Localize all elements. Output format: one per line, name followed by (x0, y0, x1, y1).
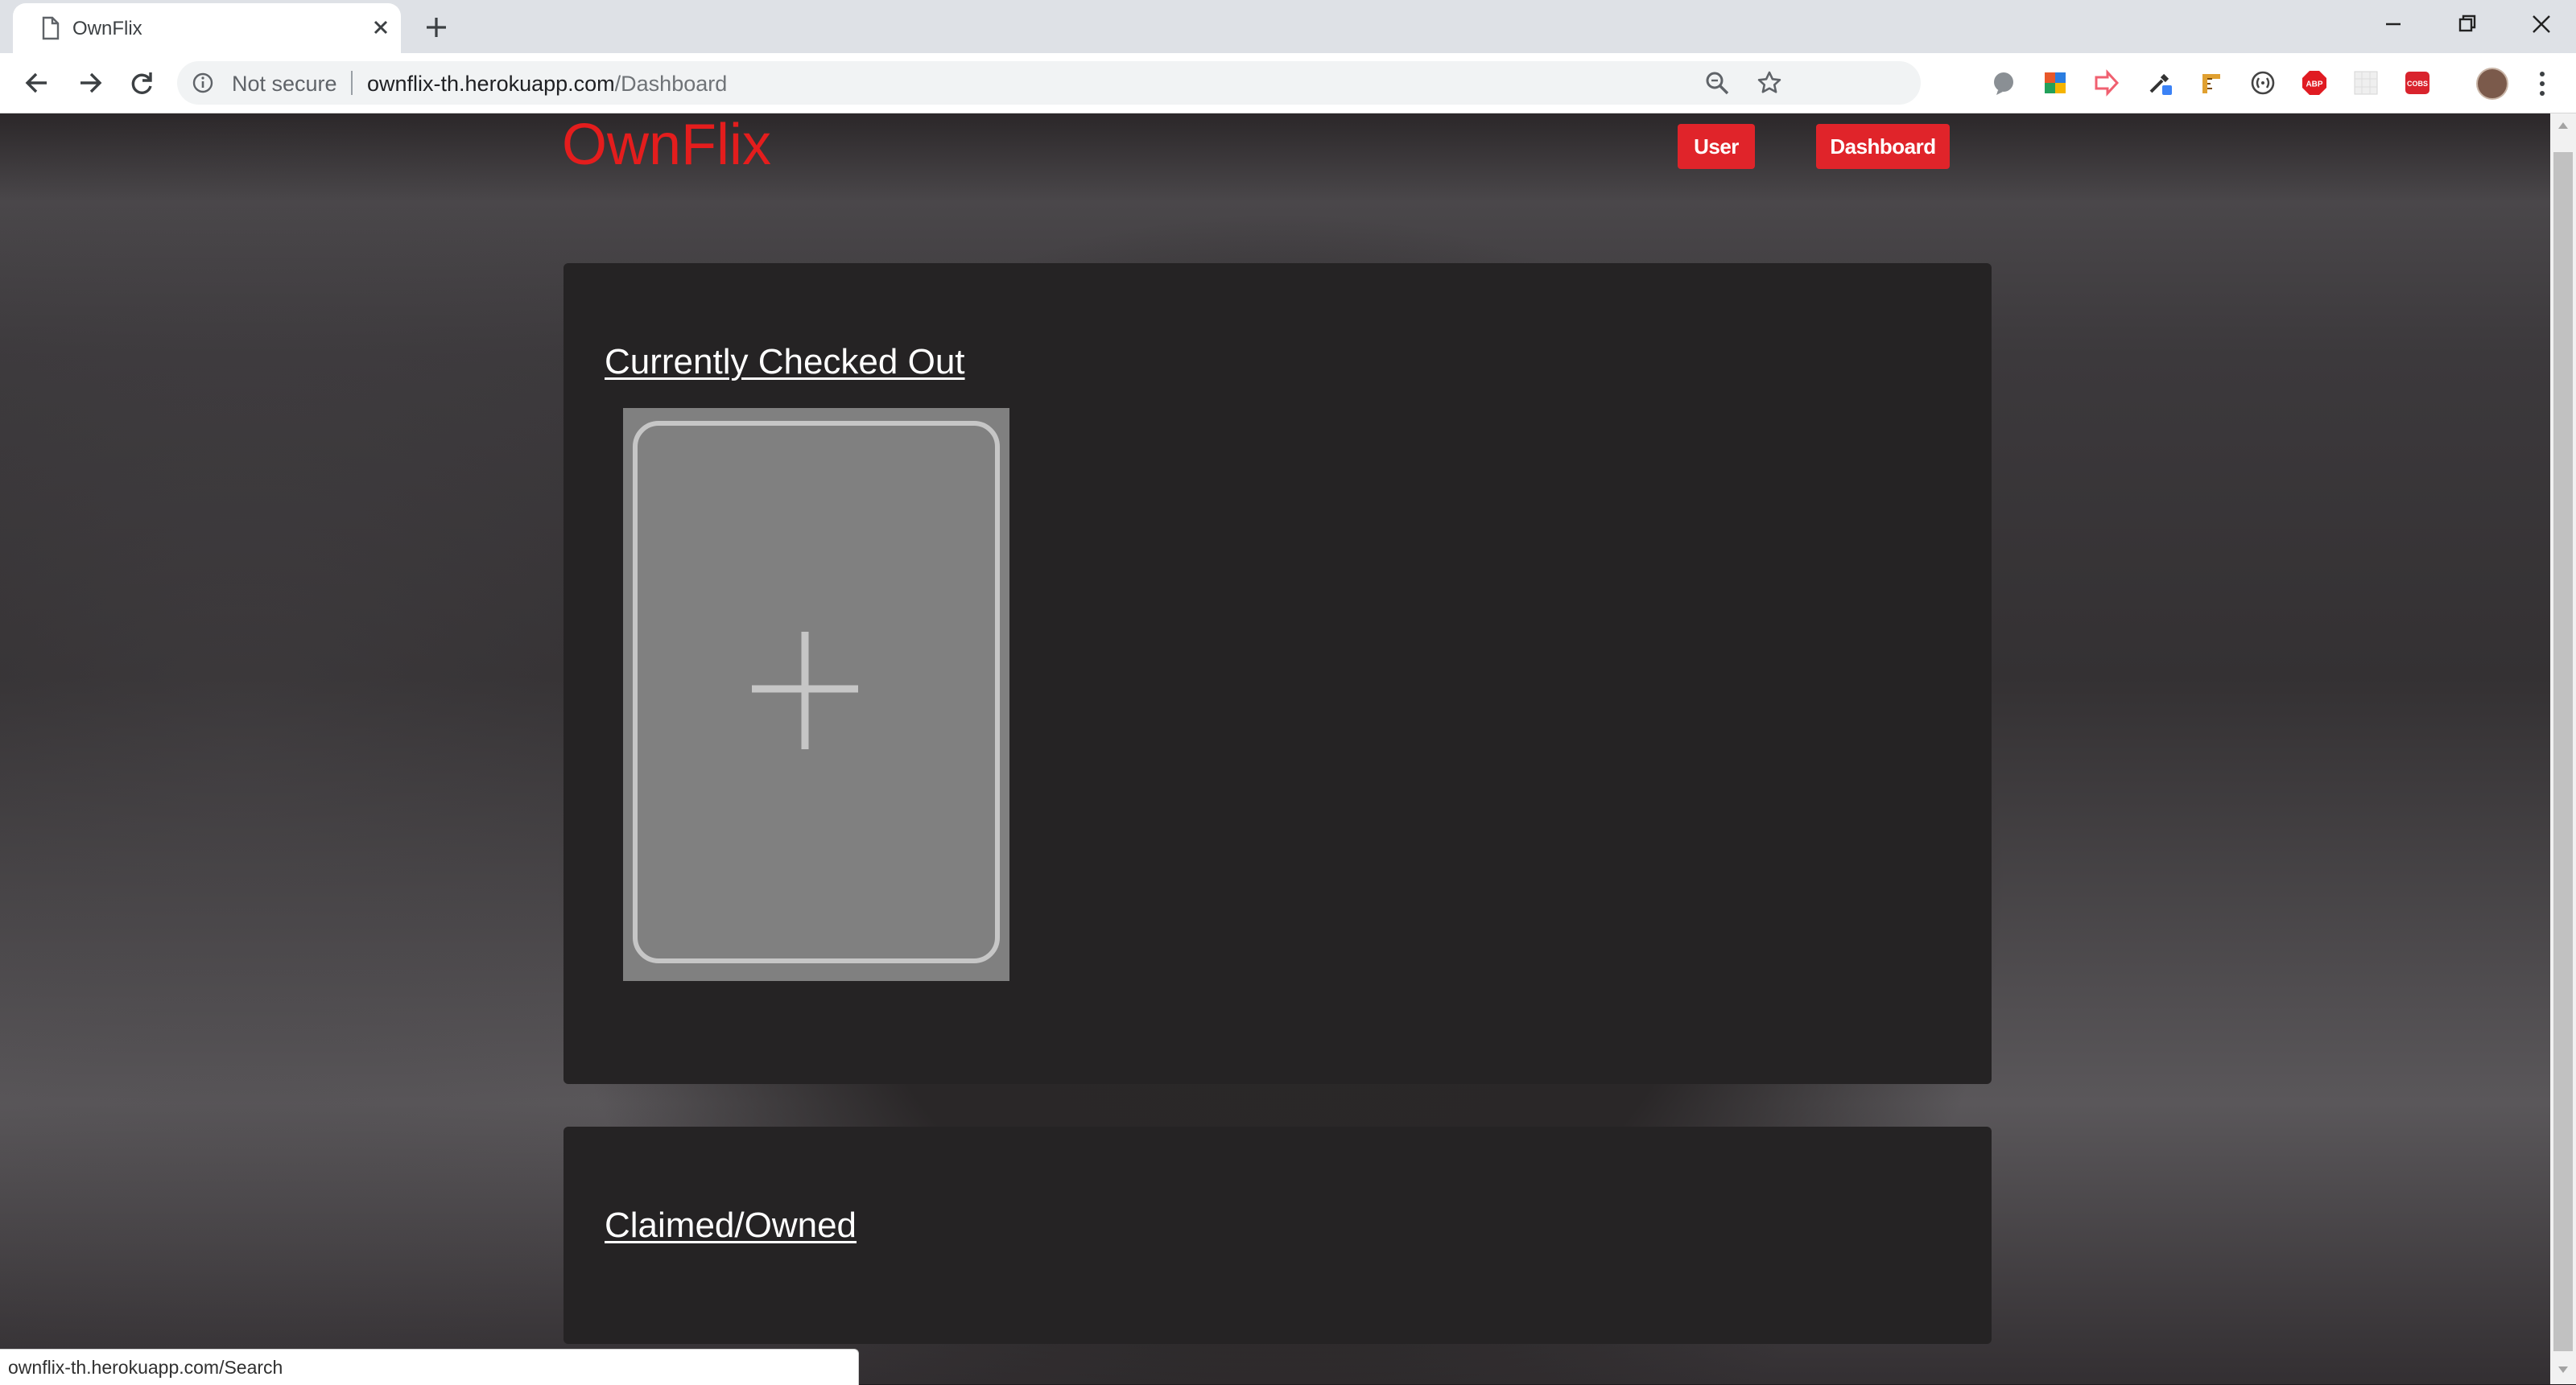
ruler-ext-icon[interactable] (2198, 69, 2225, 97)
scroll-down-icon[interactable] (2557, 1364, 2570, 1375)
svg-text:ABP: ABP (2306, 80, 2322, 89)
url-host: ownflix-th.herokuapp.com (367, 72, 615, 96)
bookmark-star-icon[interactable] (1757, 70, 1782, 96)
dashboard-nav-button[interactable]: Dashboard (1816, 124, 1950, 169)
scroll-up-icon[interactable] (2557, 120, 2570, 131)
code-ext-icon[interactable] (2249, 69, 2277, 97)
omnibox-divider (351, 71, 353, 95)
cobs-ext-icon[interactable]: COBS (2404, 69, 2431, 97)
url-text[interactable]: ownflix-th.herokuapp.com/Dashboard (367, 72, 727, 97)
minimize-icon[interactable] (2373, 8, 2413, 40)
grid-ext-icon[interactable] (2352, 69, 2380, 97)
page-scrollbar[interactable] (2550, 113, 2576, 1384)
checked-out-heading: Currently Checked Out (605, 342, 965, 381)
profile-avatar[interactable] (2476, 68, 2508, 100)
tab-strip: OwnFlix (0, 0, 2576, 53)
eyedropper-ext-icon[interactable] (2146, 69, 2174, 97)
info-icon[interactable] (192, 72, 214, 94)
claimed-owned-heading: Claimed/Owned (605, 1206, 857, 1245)
address-bar[interactable]: Not secure ownflix-th.herokuapp.com/Dash… (177, 61, 1921, 105)
svg-text:COBS: COBS (2407, 80, 2428, 88)
circle-ext-icon[interactable] (1990, 69, 2017, 97)
arrow-ext-icon[interactable] (2093, 69, 2120, 97)
kebab-menu-icon[interactable] (2534, 69, 2550, 98)
page-icon (42, 16, 60, 40)
close-window-icon[interactable] (2521, 8, 2562, 40)
checked-out-panel: Currently Checked Out (564, 263, 1992, 1084)
scrollbar-thumb[interactable] (2553, 152, 2573, 1351)
forward-icon[interactable] (74, 67, 106, 99)
new-tab-icon[interactable] (420, 11, 452, 43)
tab-title: OwnFlix (72, 18, 142, 39)
zoom-icon[interactable] (1704, 70, 1730, 96)
url-path: /Dashboard (614, 72, 728, 96)
add-item-card[interactable] (623, 408, 1009, 981)
back-icon[interactable] (21, 67, 53, 99)
browser-tab[interactable]: OwnFlix (13, 3, 401, 53)
browser-toolbar: Not secure ownflix-th.herokuapp.com/Dash… (0, 53, 2576, 113)
claimed-owned-panel: Claimed/Owned (564, 1127, 1992, 1344)
link-status-bubble: ownflix-th.herokuapp.com/Search (0, 1349, 859, 1385)
colorful-ext-icon[interactable] (2041, 69, 2069, 97)
restore-icon[interactable] (2447, 8, 2487, 40)
security-label[interactable]: Not secure (232, 72, 337, 97)
close-tab-icon[interactable] (367, 14, 394, 41)
adblock-ext-icon[interactable]: ABP (2301, 69, 2328, 97)
reload-icon[interactable] (126, 67, 158, 99)
status-link-text: ownflix-th.herokuapp.com/Search (8, 1357, 283, 1378)
user-nav-button[interactable]: User (1678, 124, 1755, 169)
plus-icon (752, 632, 858, 749)
brand-logo[interactable]: OwnFlix (562, 113, 771, 178)
page-viewport: OwnFlix User Dashboard Currently Checked… (0, 113, 2550, 1384)
